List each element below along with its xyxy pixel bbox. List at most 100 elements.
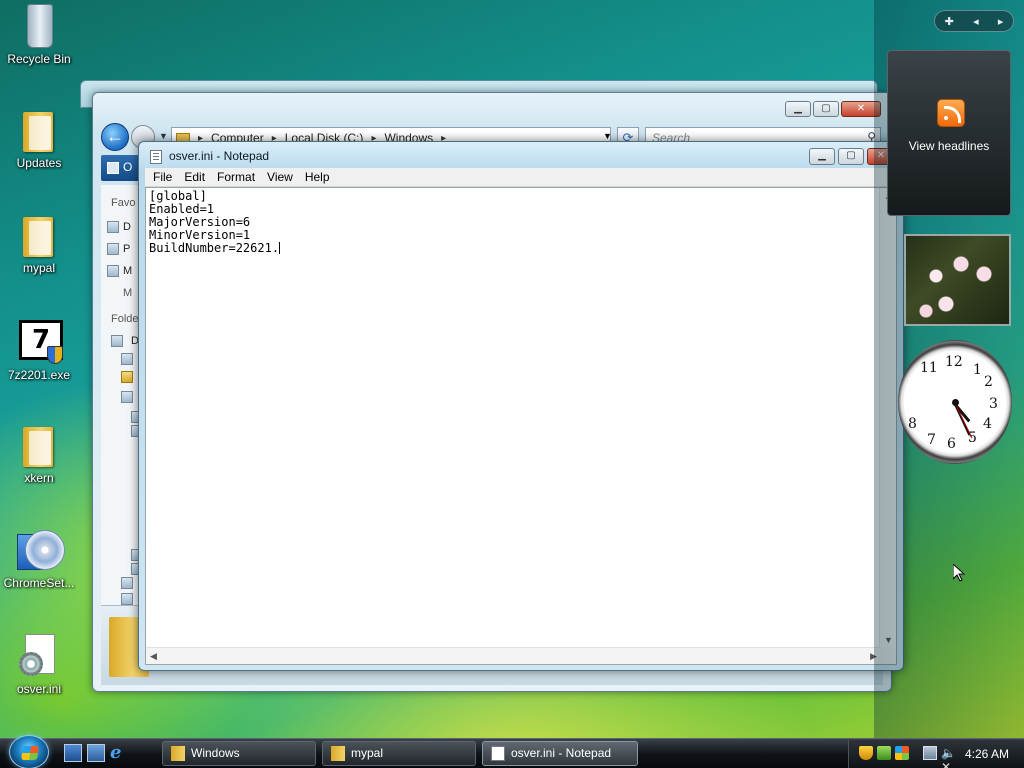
editor-content[interactable]: [global] Enabled=1 MajorVersion=6 MinorVers… <box>149 190 879 642</box>
internet-explorer-icon[interactable]: e <box>110 744 128 762</box>
desktop-folder-icon <box>111 335 123 347</box>
network-icon[interactable] <box>923 746 937 760</box>
nav-link-pictures[interactable]: P <box>123 243 130 255</box>
taskbar-item-notepad[interactable]: osver.ini - Notepad <box>482 741 638 766</box>
text-editor[interactable]: [global] Enabled=1 MajorVersion=6 MinorVers… <box>145 187 897 665</box>
nav-link-more[interactable]: M <box>123 287 132 299</box>
feed-headlines-gadget[interactable]: View headlines <box>887 50 1011 216</box>
taskbar-item-label: mypal <box>351 746 384 760</box>
scroll-left-icon[interactable]: ◀ <box>150 651 157 662</box>
nav-link-documents[interactable]: D <box>123 221 131 233</box>
minimize-button[interactable]: ▁ <box>785 101 811 117</box>
slideshow-gadget[interactable] <box>904 234 1011 326</box>
taskbar-item-label: osver.ini - Notepad <box>511 746 612 760</box>
sidebar-controls: ✚ ◂ ▸ <box>934 10 1014 32</box>
ini-file-icon <box>15 632 63 680</box>
editor-line-with-caret: BuildNumber=22621. <box>149 242 879 255</box>
taskbar-clock[interactable]: 4:26 AM <box>965 747 1009 761</box>
previous-gadget-icon[interactable]: ◂ <box>973 15 979 28</box>
computer-icon[interactable] <box>121 391 133 403</box>
desktop-icon-label: Recycle Bin <box>7 52 71 66</box>
clock-number: 2 <box>984 374 993 390</box>
folder-icon <box>331 746 345 761</box>
security-shield-icon[interactable] <box>859 746 873 760</box>
next-gadget-icon[interactable]: ▸ <box>998 15 1004 28</box>
maximize-button[interactable]: ▢ <box>838 148 864 165</box>
notification-area: 🔈✕ 4:26 AM <box>848 740 1024 768</box>
desktop-icon-osver-ini[interactable]: osver.ini <box>2 632 76 696</box>
windows-update-icon[interactable] <box>895 746 909 760</box>
desktop-icon-xkern[interactable]: xkern <box>2 421 76 485</box>
network-icon[interactable] <box>121 577 133 589</box>
maximize-button[interactable]: ▢ <box>813 101 839 117</box>
menu-view[interactable]: View <box>261 168 299 186</box>
organize-icon <box>107 161 119 174</box>
taskbar-item-mypal[interactable]: mypal <box>322 741 476 766</box>
menu-edit[interactable]: Edit <box>178 168 211 186</box>
volume-muted-icon[interactable]: 🔈✕ <box>941 746 956 768</box>
menu-file[interactable]: File <box>147 168 178 186</box>
show-desktop-icon[interactable] <box>64 744 82 762</box>
folder-icon <box>15 106 63 154</box>
desktop-icon-recycle-bin[interactable]: Recycle Bin <box>2 2 76 66</box>
desktop-icon-label: mypal <box>22 261 55 275</box>
text-caret <box>279 242 281 254</box>
notepad-window[interactable]: osver.ini - Notepad ▁ ▢ ✕ File Edit Form… <box>138 141 904 671</box>
organize-label: O <box>123 160 133 174</box>
explorer-window-controls: ▁ ▢ ✕ <box>785 101 881 117</box>
notepad-icon <box>491 746 505 761</box>
recent-pages-caret-icon[interactable]: ▼ <box>159 131 168 141</box>
nav-link-music[interactable]: M <box>123 265 132 277</box>
music-icon <box>107 265 119 277</box>
horizontal-scrollbar[interactable]: ◀ ▶ <box>146 647 881 664</box>
mouse-cursor-icon <box>953 564 965 582</box>
taskbar-item-label: Windows <box>191 746 240 760</box>
installer-disc-icon <box>15 526 65 574</box>
navigation-pane[interactable]: Favo D P M M Folde D <box>101 185 141 605</box>
notepad-titlebar[interactable]: osver.ini - Notepad ▁ ▢ ✕ <box>139 142 903 170</box>
start-button[interactable] <box>9 735 49 768</box>
editor-line: Enabled=1 <box>149 202 215 216</box>
desktop-icon-label: 7z2201.exe <box>7 368 71 382</box>
menu-help[interactable]: Help <box>299 168 336 186</box>
switch-windows-icon[interactable] <box>87 744 105 762</box>
nav-heading-folders[interactable]: Folde <box>111 313 139 325</box>
control-panel-icon[interactable] <box>121 593 133 605</box>
menu-bar: File Edit Format View Help <box>145 168 897 187</box>
editor-line: BuildNumber=22621. <box>149 241 280 255</box>
address-dropdown-icon[interactable]: ▼ <box>603 131 612 141</box>
desktop-icon-label: xkern <box>24 471 54 485</box>
clock-number: 8 <box>908 416 917 432</box>
desktop-icon-label: osver.ini <box>16 682 62 696</box>
back-button[interactable]: ← <box>101 123 129 151</box>
clock-center-pin <box>952 399 959 406</box>
documents-icon <box>107 221 119 233</box>
clock-number: 6 <box>947 436 956 452</box>
folder-icon <box>15 211 63 259</box>
desktop-icon-updates[interactable]: Updates <box>2 106 76 170</box>
desktop-icon-label: ChromeSet... <box>3 576 75 590</box>
desktop-icon-label: Updates <box>16 156 62 170</box>
nav-heading-favorites: Favo <box>111 197 136 209</box>
clock-number: 3 <box>989 396 998 412</box>
add-gadget-icon[interactable]: ✚ <box>945 15 954 28</box>
folder-icon <box>15 421 63 469</box>
clock-gadget[interactable]: 12 1 2 3 4 5 6 7 8 11 <box>898 340 1012 464</box>
clock-number: 1 <box>973 362 982 378</box>
desktop-icon-mypal[interactable]: mypal <box>2 211 76 275</box>
editor-line: MajorVersion=6 <box>149 215 251 229</box>
taskbar-item-windows[interactable]: Windows <box>162 741 316 766</box>
clock-number: 12 <box>945 354 963 370</box>
desktop-icon-7z2201[interactable]: 7 7z2201.exe <box>2 318 76 382</box>
windows-logo-icon <box>21 746 39 760</box>
user-folder-icon[interactable] <box>121 353 133 365</box>
menu-format[interactable]: Format <box>211 168 261 186</box>
minimize-button[interactable]: ▁ <box>809 148 835 165</box>
notepad-icon <box>150 150 162 164</box>
folder-icon[interactable] <box>121 371 133 383</box>
view-headlines-link[interactable]: View headlines <box>888 139 1010 153</box>
security-center-icon[interactable] <box>877 746 891 760</box>
recycle-bin-icon <box>15 2 63 50</box>
desktop-icon-chromesetup[interactable]: ChromeSet... <box>2 526 76 590</box>
clock-number: 7 <box>927 432 936 448</box>
